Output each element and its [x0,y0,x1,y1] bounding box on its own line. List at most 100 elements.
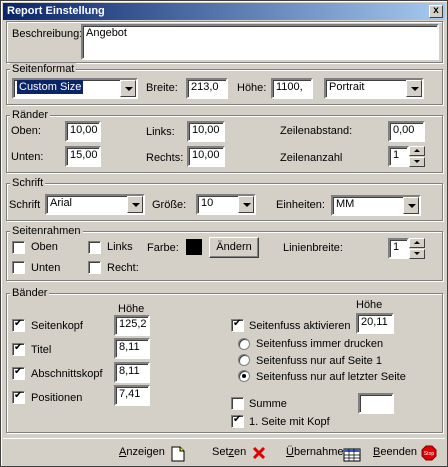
orientation-select[interactable]: Portrait [324,78,424,99]
rechts-label: Rechts: [146,152,184,164]
first-page-header-label: 1. Seite mit Kopf [249,416,330,428]
beschreibung-label: Beschreibung: [12,28,83,40]
spin-up-icon[interactable] [409,238,425,248]
positionen-checkbox[interactable] [12,390,25,404]
dropdown-arrow-icon[interactable] [403,197,419,214]
groesse-label: Größe: [152,199,187,211]
uebernahme-button[interactable]: Übernahme [286,444,366,462]
footer-last-label: Seitenfuss nur auf letzter Seite [256,371,406,383]
footer-page1-radio[interactable] [238,354,250,366]
breite-label: Breite: [146,82,178,94]
frame-right-label: Recht: [107,262,139,274]
unten-label: Unten: [11,151,44,163]
anzeigen-label: nzeigen [126,446,165,458]
spin-down-icon[interactable] [409,157,425,167]
oben-input[interactable]: 10,00 [65,121,101,142]
footer-toolbar: Anzeigen Setzen Übernahme Beenden Stop [3,438,445,464]
spin-up-icon[interactable] [409,146,425,156]
footer-always-label: Seitenfuss immer drucken [256,338,384,350]
positionen-label: Positionen [31,392,83,404]
frame-right-checkbox[interactable] [88,261,101,274]
einheiten-selected: MM [336,198,355,210]
baender-legend: Bänder [10,287,50,299]
zeilenabstand-label: Zeilenabstand: [280,125,353,137]
dropdown-arrow-icon[interactable] [127,196,143,213]
farbe-label: Farbe: [147,242,179,254]
schrift-legend: Schrift [10,177,46,189]
seitenkopf-checkbox[interactable] [12,318,25,332]
links-input[interactable]: 10,00 [187,121,225,142]
frame-left-label: Links [107,241,133,253]
einheiten-select[interactable]: MM [331,195,421,216]
zeilenanzahl-label: Zeilenanzahl [280,152,343,164]
breite-input[interactable]: 213,0 [186,78,228,99]
orientation-selected: Portrait [329,81,365,93]
first-page-header-checkbox[interactable] [231,414,244,428]
seitenformat-legend: Seitenformat [10,63,77,75]
footer-always-radio[interactable] [238,338,250,350]
zeilenanzahl-spinner[interactable] [409,146,425,167]
abschnittskopf-height-input[interactable]: 8,11 [114,362,150,383]
seitenfuss-label: Seitenfuss aktivieren [249,320,351,332]
change-color-button[interactable]: Ändern [209,237,259,258]
spin-down-icon[interactable] [409,249,425,259]
font-select[interactable]: Arial [45,194,145,215]
page-size-selected: Custom Size [17,80,84,94]
unten-input[interactable]: 15,00 [65,146,101,167]
frame-left-checkbox[interactable] [88,241,101,254]
font-size-selected: 10 [201,197,214,209]
abschnittskopf-label: Abschnittskopf [31,368,103,380]
title-bar: Report Einstellung x [3,3,445,20]
setzen-label-pre: Set [212,446,229,458]
positionen-height-input[interactable]: 7,41 [114,385,150,406]
document-icon [171,446,185,462]
raender-legend: Ränder [10,109,51,121]
font-selected: Arial [50,197,73,209]
uebernahme-label: bernahme [293,446,344,458]
frame-top-label: Oben [31,241,58,253]
window-title: Report Einstellung [7,5,105,17]
zeilenanzahl-input[interactable]: 1 [388,146,409,167]
dropdown-arrow-icon[interactable] [406,80,422,97]
dropdown-arrow-icon[interactable] [238,196,254,213]
uebernahme-accel: Ü [286,446,294,458]
rechts-input[interactable]: 10,00 [187,146,225,167]
red-x-icon [252,446,266,460]
linienbreite-input[interactable]: 1 [388,238,409,259]
close-icon[interactable]: x [429,5,443,18]
font-size-select[interactable]: 10 [196,194,256,215]
setzen-button[interactable]: Setzen [212,444,274,462]
zeilenabstand-input[interactable]: 0,00 [388,121,425,142]
summe-input[interactable] [358,393,394,414]
frame-color-swatch [186,239,202,255]
seitenfuss-height-input[interactable]: 20,11 [356,313,394,334]
footer-last-radio[interactable] [238,370,250,382]
beenden-label: eenden [380,446,418,458]
frame-top-checkbox[interactable] [12,241,25,254]
frame-bottom-checkbox[interactable] [12,261,25,274]
titel-label: Titel [31,344,52,356]
seitenkopf-height-input[interactable]: 125,2 [114,315,150,336]
seitenkopf-label: Seitenkopf [31,320,83,332]
oben-label: Oben: [11,125,41,137]
hoehe-header-left: Höhe [118,303,145,315]
linienbreite-spinner[interactable] [409,238,425,259]
dropdown-arrow-icon[interactable] [120,80,136,97]
seitenfuss-checkbox[interactable] [231,318,244,332]
titel-height-input[interactable]: 8,11 [114,338,150,359]
footer-page1-label: Seitenfuss nur auf Seite 1 [256,355,382,367]
beschreibung-input[interactable]: Angebot [81,24,439,60]
table-icon [343,448,361,462]
links-label: Links: [146,126,175,138]
page-size-select[interactable]: Custom Size [12,78,138,99]
summe-checkbox[interactable] [231,397,244,410]
hoehe-label: Höhe: [237,82,267,94]
frame-bottom-label: Unten [31,262,61,274]
stop-icon-text: Stop [424,451,435,457]
titel-checkbox[interactable] [12,342,25,356]
beenden-button[interactable]: Beenden Stop [373,444,443,462]
stop-icon: Stop [421,445,437,461]
anzeigen-button[interactable]: Anzeigen [119,444,189,462]
abschnittskopf-checkbox[interactable] [12,366,25,380]
hoehe-input[interactable]: 1100, [271,78,313,99]
